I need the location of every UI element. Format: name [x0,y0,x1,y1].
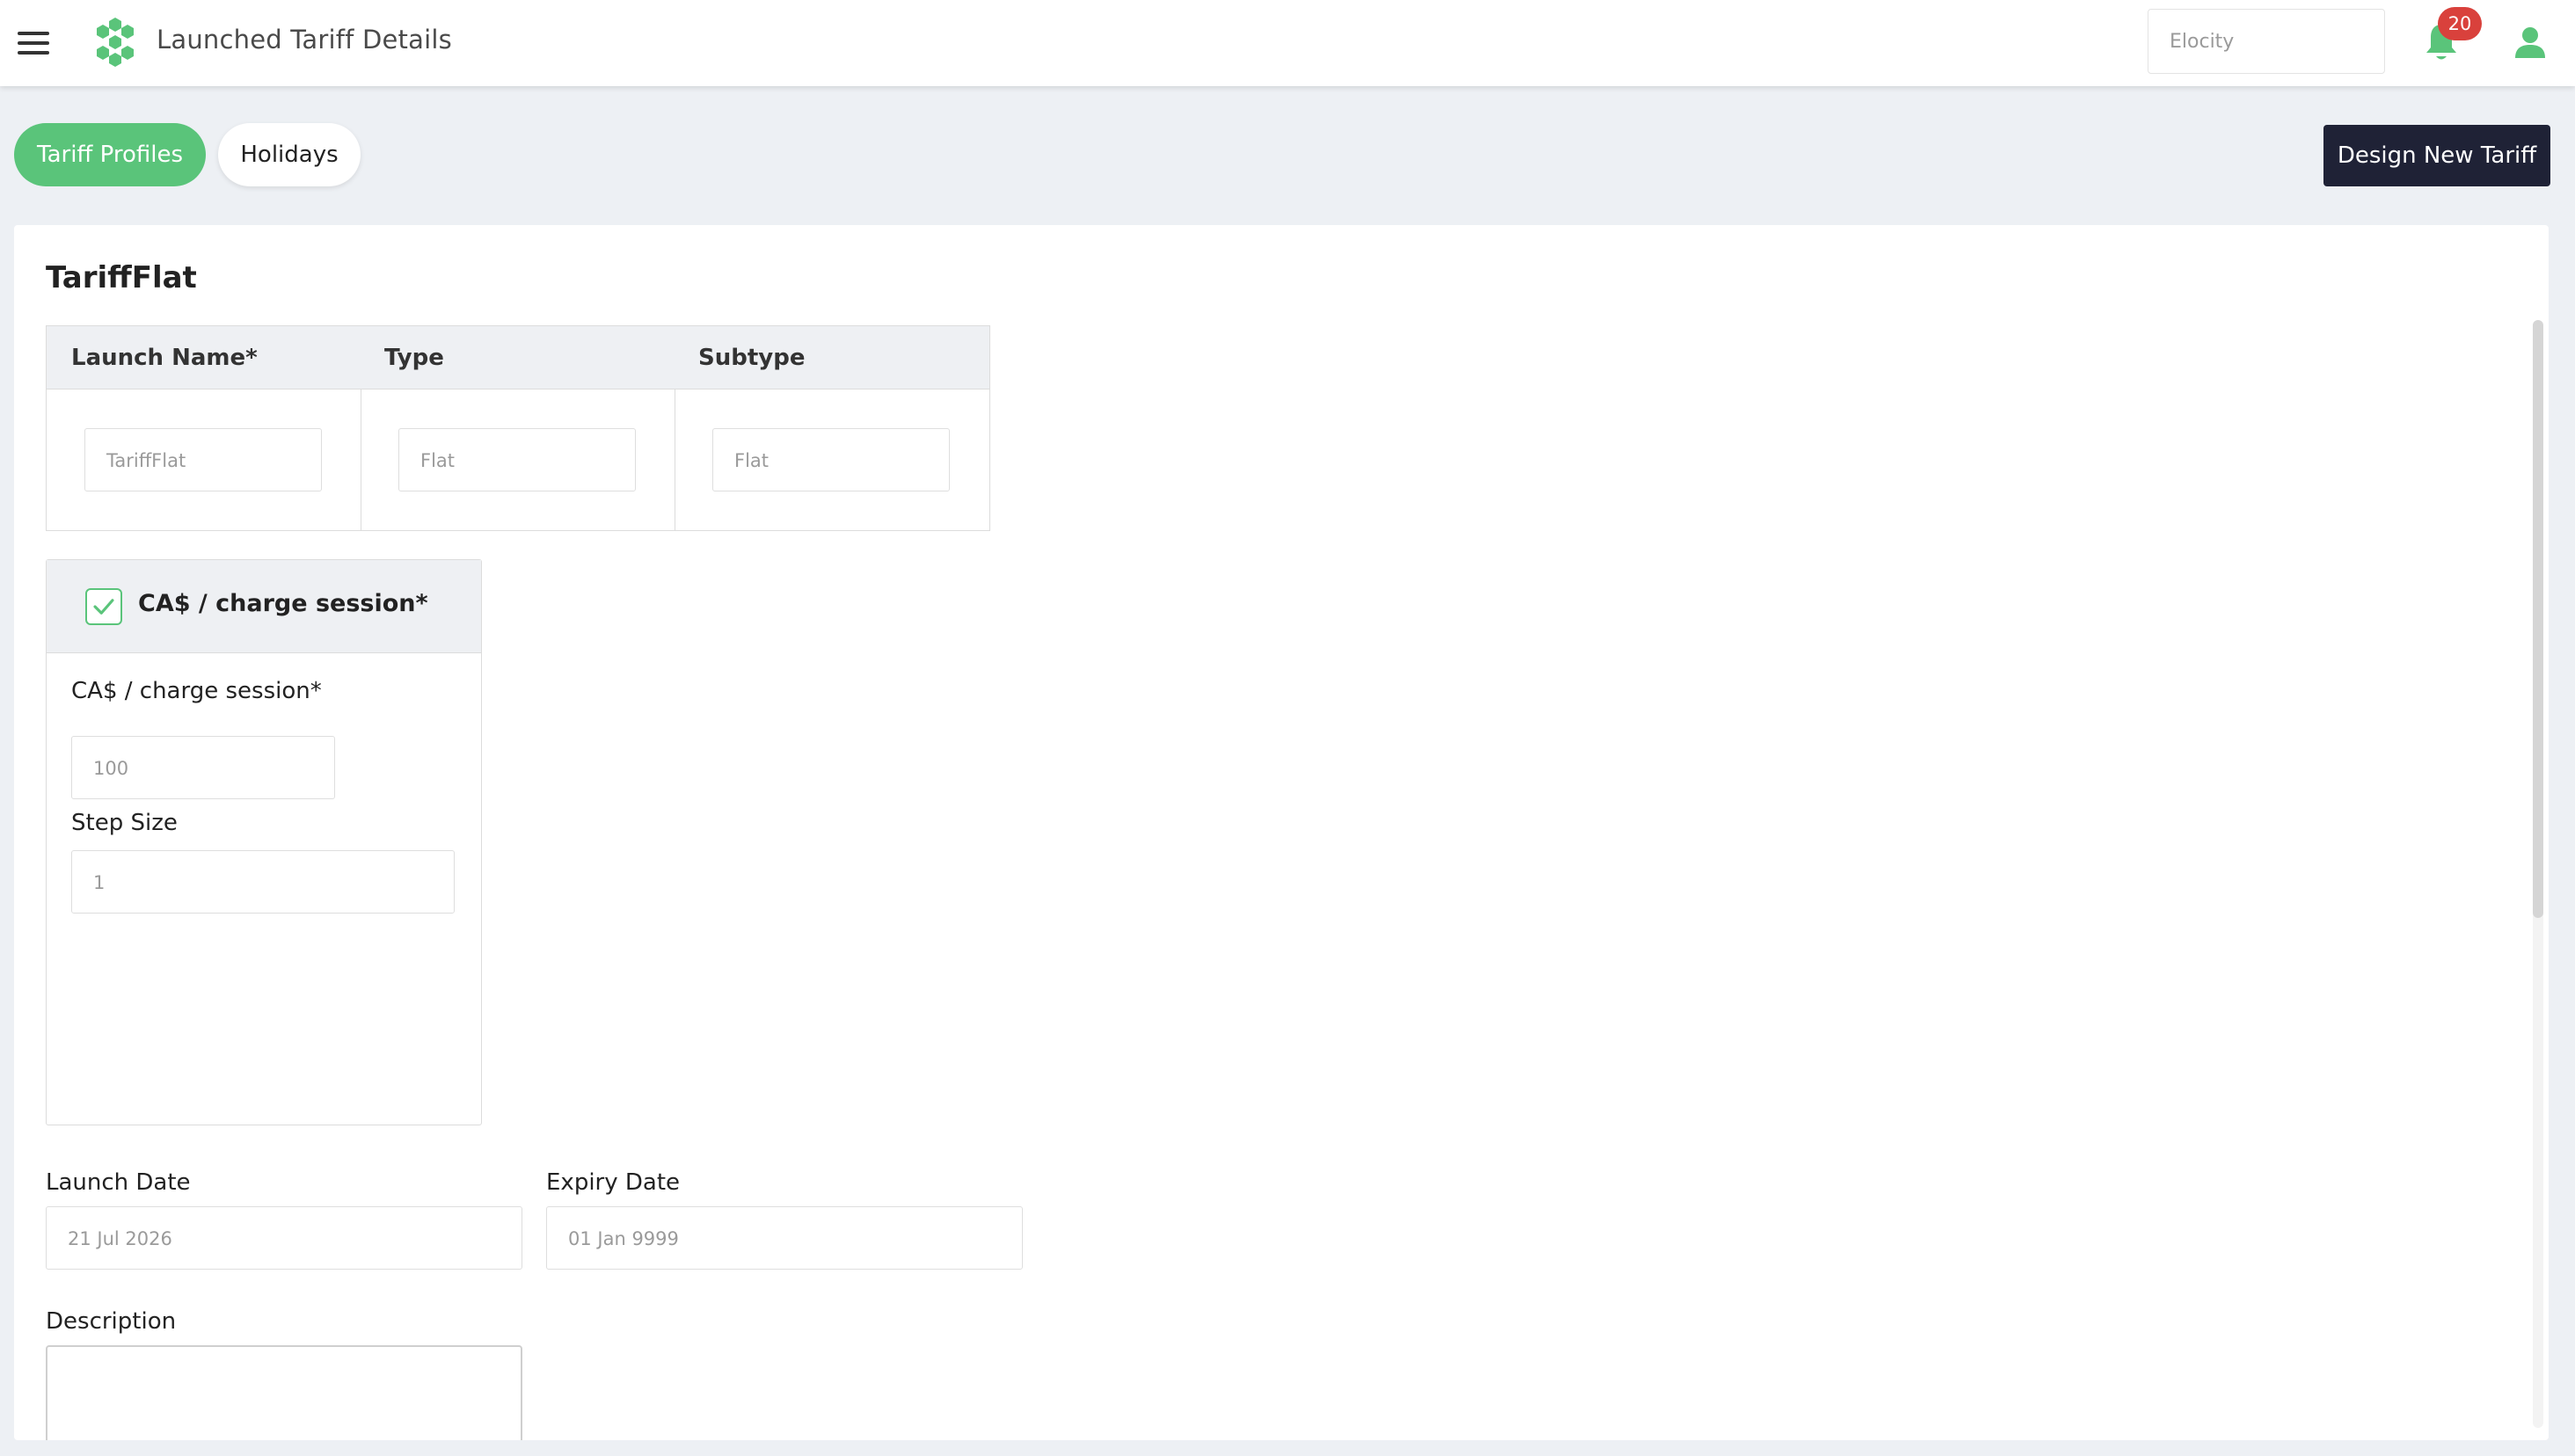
launch-name-field[interactable]: TariffFlat [84,428,322,491]
description-label: Description [46,1308,177,1335]
tab-tariff-profiles[interactable]: Tariff Profiles [14,123,206,186]
organization-select[interactable]: Elocity [2148,9,2385,74]
hamburger-menu-icon[interactable] [18,30,49,56]
expiry-date-label: Expiry Date [546,1169,681,1196]
tab-holidays[interactable]: Holidays [218,123,361,186]
tariff-details-card: TariffFlat Launch Name* Type Subtype Tar… [14,225,2549,1440]
design-new-tariff-button[interactable]: Design New Tariff [2323,125,2550,186]
top-bar: Launched Tariff Details Elocity 20 [0,0,2575,86]
vertical-scrollbar[interactable] [2533,320,2543,1428]
checkmark-icon [93,599,114,615]
tariff-name-heading: TariffFlat [46,260,197,295]
description-textarea[interactable] [46,1345,522,1440]
step-size-field[interactable]: 1 [71,850,455,914]
column-header-type: Type [384,345,444,371]
expiry-date-field[interactable]: 01 Jan 9999 [546,1206,1023,1270]
amount-field[interactable]: 100 [71,736,335,799]
charge-session-checkbox[interactable] [85,588,122,625]
notification-badge: 20 [2438,7,2482,40]
amount-label: CA$ / charge session* [71,678,322,704]
user-icon[interactable] [2513,26,2547,58]
type-field[interactable]: Flat [398,428,636,491]
step-size-label: Step Size [71,810,178,836]
hexagon-cluster-logo [97,18,134,67]
page-title: Launched Tariff Details [157,25,452,55]
launch-date-label: Launch Date [46,1169,191,1196]
tariff-info-table: Launch Name* Type Subtype TariffFlat Fla… [46,325,990,531]
info-table-header: Launch Name* Type Subtype [47,326,989,389]
charge-session-header-label: CA$ / charge session* [138,590,428,617]
charge-session-header: CA$ / charge session* [47,560,481,653]
subtype-field[interactable]: Flat [712,428,950,491]
charge-session-block: CA$ / charge session* CA$ / charge sessi… [46,559,482,1125]
scrollbar-thumb[interactable] [2533,320,2543,918]
column-header-subtype: Subtype [698,345,806,371]
launch-date-field[interactable]: 21 Jul 2026 [46,1206,522,1270]
column-header-launch-name: Launch Name* [71,345,258,371]
